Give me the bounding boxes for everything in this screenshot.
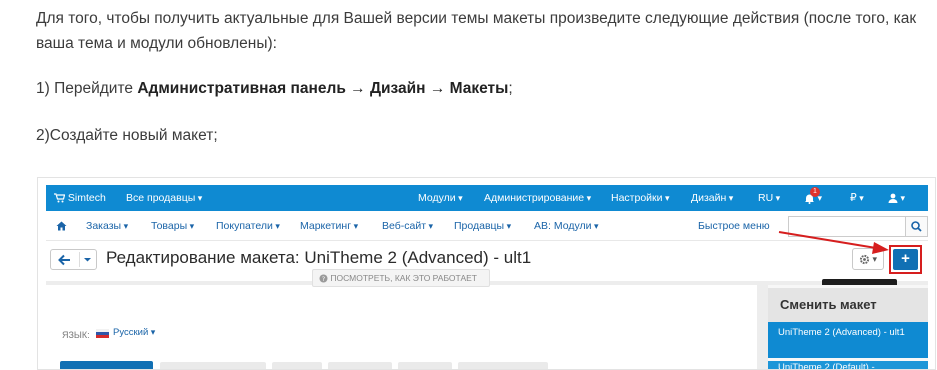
article-step-1: 1) Перейдите Административная панель → Д…	[36, 76, 513, 101]
menu-website[interactable]: Веб-сайт	[382, 211, 433, 241]
user-icon	[888, 193, 898, 204]
how-it-works-link[interactable]: ? ПОСМОТРЕТЬ, КАК ЭТО РАБОТАЕТ	[312, 269, 490, 287]
home-link[interactable]	[56, 211, 67, 241]
search-icon	[911, 221, 922, 232]
gear-icon	[859, 254, 870, 264]
search-button[interactable]	[906, 216, 928, 237]
layout-item-advanced[interactable]: UniTheme 2 (Advanced) - ult1	[768, 322, 928, 358]
menu-design[interactable]: Дизайн	[691, 185, 733, 211]
admin-topbar: Simtech Все продавцы Модули Администриро…	[46, 185, 928, 211]
layout-tab[interactable]	[398, 362, 452, 369]
content-language-dropdown[interactable]: Русский	[113, 327, 155, 338]
language-dropdown[interactable]: RU	[758, 185, 780, 211]
menu-modules[interactable]: Модули	[418, 185, 463, 211]
arrow-left-icon[interactable]	[58, 254, 71, 266]
admin-screenshot: Simtech Все продавцы Модули Администриро…	[37, 177, 936, 370]
menu-orders[interactable]: Заказы	[86, 211, 128, 241]
layout-tab[interactable]	[160, 362, 266, 369]
step1-suffix: ;	[508, 80, 513, 97]
menu-administration[interactable]: Администрирование	[484, 185, 591, 211]
add-layout-button[interactable]: +	[893, 249, 918, 270]
chevron-down-icon[interactable]	[83, 255, 92, 264]
menu-marketing[interactable]: Маркетинг	[300, 211, 358, 241]
layout-item-default[interactable]: UniTheme 2 (Default) -	[768, 361, 928, 369]
back-button-group[interactable]	[50, 249, 97, 270]
article-paragraph: Для того, чтобы получить актуальные для …	[36, 10, 917, 52]
change-layout-title: Сменить макет	[768, 288, 928, 322]
step1-path: Административная панель → Дизайн → Макет…	[137, 80, 509, 97]
cart-icon	[54, 193, 65, 203]
store-switcher[interactable]: Simtech	[54, 185, 106, 211]
russia-flag-icon	[96, 329, 109, 338]
menu-vendors[interactable]: Продавцы	[454, 211, 511, 241]
svg-text:?: ?	[322, 275, 325, 283]
menu-products[interactable]: Товары	[151, 211, 194, 241]
menu-customers[interactable]: Покупатели	[216, 211, 280, 241]
notification-badge: 1	[810, 187, 820, 197]
currency-dropdown[interactable]: ₽	[850, 185, 864, 211]
menu-ab-modules[interactable]: AB: Модули	[534, 211, 598, 241]
menu-settings[interactable]: Настройки	[611, 185, 670, 211]
quick-menu-link[interactable]: Быстрое меню	[698, 211, 770, 241]
search-input[interactable]	[788, 216, 906, 237]
question-icon: ?	[319, 274, 328, 283]
language-label: ЯЗЫК:	[62, 330, 90, 340]
layout-tab[interactable]	[328, 362, 392, 369]
settings-button[interactable]	[852, 248, 884, 270]
home-icon	[56, 221, 67, 231]
vendors-dropdown[interactable]: Все продавцы	[126, 185, 202, 211]
layout-tab-active[interactable]	[60, 361, 153, 369]
user-menu[interactable]	[888, 185, 905, 211]
page-title: Редактирование макета: UniTheme 2 (Advan…	[106, 248, 532, 267]
admin-menubar: Заказы Товары Покупатели Маркетинг Веб-с…	[46, 211, 928, 241]
layout-tab[interactable]	[458, 362, 548, 369]
layout-tab[interactable]	[272, 362, 322, 369]
divider	[79, 252, 80, 267]
article-step-2: 2)Создайте новый макет;	[36, 127, 218, 144]
step1-prefix: 1) Перейдите	[36, 80, 138, 97]
